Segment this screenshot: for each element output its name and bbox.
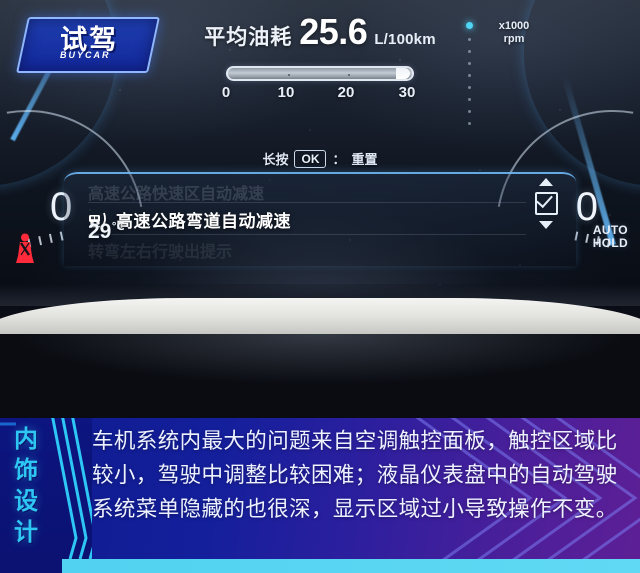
outside-temperature: 29℃ [88,220,125,244]
digital-instrument-cluster: 0 0 AUTO HOLD 平均油耗 25.6 L/100km 0 10 20 … [0,0,640,300]
logo-english-text: BUYCAR [59,50,111,60]
average-fuel-value: 25.6 [299,11,368,52]
average-fuel-unit: L/100km [374,31,436,48]
auto-hold-indicator: AUTO HOLD [593,224,628,250]
auto-hold-line2: HOLD [592,236,628,250]
scroll-up-icon[interactable] [539,178,553,186]
menu-item-below[interactable]: 转弯左右行驶出提示 [88,238,526,262]
bottom-accent-bar [0,559,640,573]
caption-body-text: 车机系统内最大的问题来自空调触控面板，触控区域比较小，驾驶中调整比较困难；液晶仪… [92,429,618,521]
rpm-label-line2: rpm [503,33,525,45]
reset-hint: 长按 OK ： 重置 [0,149,640,168]
fuel-tick-20: 20 [337,84,355,101]
caption-banner: 内饰设计 车机系统内最大的问题来自空调触控面板，触控区域比较小，驾驶中调整比较困… [0,418,640,559]
ok-key-badge: OK [294,149,327,168]
caption-section-tab: 内饰设计 [0,418,92,559]
fuel-tick-30: 30 [398,84,416,101]
dashboard-lower-shadow [0,334,640,418]
rpm-marker-dots [466,22,473,125]
buycar-watermark-logo: 试驾 BUYCAR [16,17,160,73]
fuel-tick-10: 10 [277,84,295,101]
rpm-label: x1000 rpm [492,20,536,46]
fuel-scale-ticks: 0 10 20 30 [217,84,423,104]
average-fuel-label: 平均油耗 [204,26,293,49]
reset-hint-prefix: 长按 [262,152,289,167]
fuel-tick-0: 0 [221,84,231,101]
reset-hint-action: 重置 [351,152,378,167]
fuel-scale-bar [226,66,414,81]
menu-controls [532,178,560,229]
fuel-scale-bar-cap [396,68,410,79]
rpm-label-line1: x1000 [498,20,530,32]
screenshot-root: 0 0 AUTO HOLD 平均油耗 25.6 L/100km 0 10 20 … [0,0,640,573]
seatbelt-warning-icon [16,233,34,263]
bottom-bar-notch [0,559,62,573]
caption-section-label: 内饰设计 [14,426,39,546]
menu-item-checkbox-checked-icon[interactable] [534,192,558,215]
menu-item-above-label: 高速公路快速区自动减速 [88,186,265,203]
outside-temperature-unit: ℃ [111,221,125,233]
reset-hint-separator: ： [332,152,346,167]
menu-item-selected[interactable]: 高速公路弯道自动减速 [88,207,526,232]
outside-temperature-value: 29 [88,220,112,243]
menu-divider-bottom [88,234,526,235]
scroll-down-icon[interactable] [539,221,553,229]
interior-photo: 0 0 AUTO HOLD 平均油耗 25.6 L/100km 0 10 20 … [0,0,640,418]
menu-item-selected-label: 高速公路弯道自动减速 [116,212,291,231]
adas-settings-menu[interactable]: 高速公路快速区自动减速 高速公路弯道自动减速 转弯左右行驶出提示 [64,172,576,266]
menu-item-above[interactable]: 高速公路快速区自动减速 [88,180,526,204]
